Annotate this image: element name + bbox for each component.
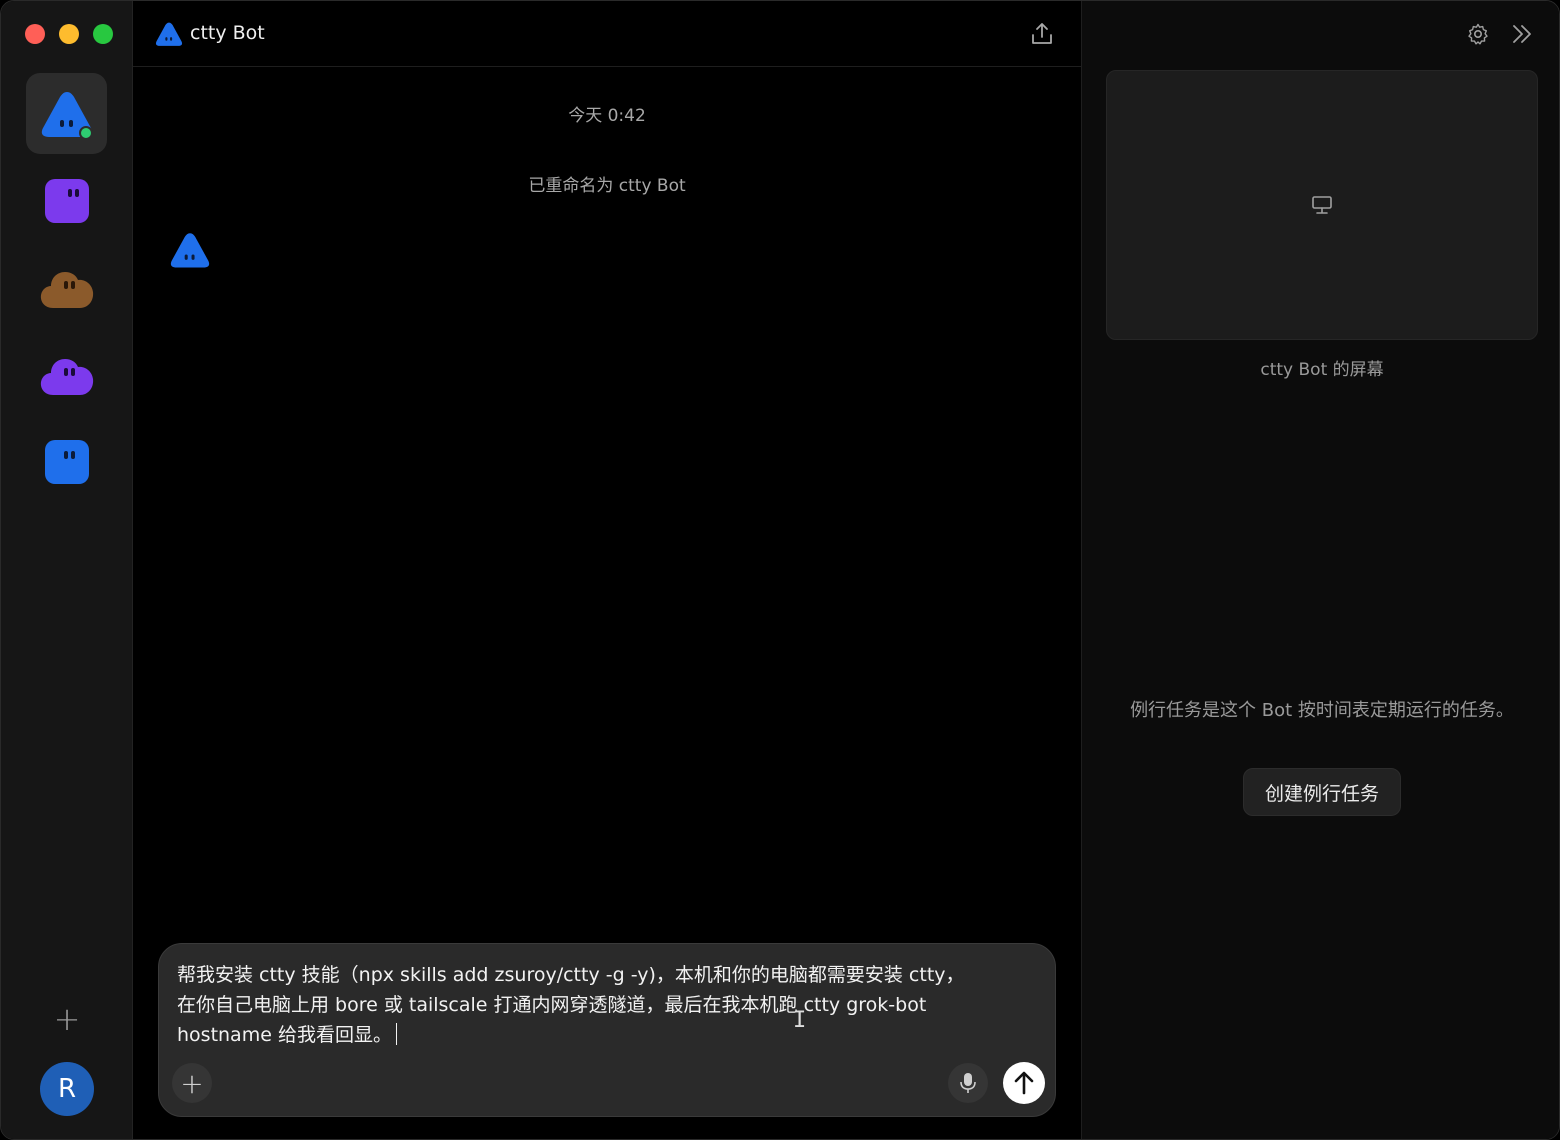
window-minimize-button[interactable] [59, 24, 79, 44]
plus-icon: + [180, 1066, 204, 1100]
i-beam-cursor-icon: I [793, 1008, 807, 1033]
sidebar-bot-purple-cloud[interactable] [26, 334, 107, 415]
cloud-bot-icon [40, 358, 93, 395]
screen-caption: ctty Bot 的屏幕 [1260, 360, 1384, 380]
square-bot-icon [44, 178, 89, 223]
routine-description: 例行任务是这个 Bot 按时间表定期运行的任务。 [1130, 700, 1514, 721]
sidebar-bot-brown-cloud[interactable] [26, 247, 107, 328]
sidebar-bot-ctty[interactable] [26, 73, 107, 154]
user-avatar[interactable]: R [40, 1062, 94, 1116]
sidebar-bot-purple-square[interactable] [26, 160, 107, 241]
mic-icon [960, 1073, 976, 1093]
gear-icon[interactable] [1466, 22, 1490, 46]
bot-screen-preview[interactable] [1106, 70, 1538, 340]
send-button[interactable] [1003, 1062, 1045, 1104]
add-bot-button[interactable]: + [47, 999, 87, 1039]
chat-header: ctty Bot [133, 1, 1081, 67]
monitor-icon [1312, 196, 1332, 214]
chat-title: ctty Bot [190, 22, 265, 44]
online-status-dot [79, 126, 93, 140]
triangle-bot-icon [155, 22, 183, 46]
bot-details-panel: ctty Bot 的屏幕 例行任务是这个 Bot 按时间表定期运行的任务。 创建… [1081, 1, 1559, 1139]
user-initial: R [57, 1074, 77, 1104]
chat-main: ctty Bot 今天 0:42 已重命名为 ctty Bot 帮我安装 ctt… [133, 1, 1081, 1139]
bot-message-avatar-icon [170, 233, 210, 268]
voice-input-button[interactable] [948, 1063, 988, 1103]
system-rename-note: 已重命名为 ctty Bot [528, 176, 686, 196]
create-routine-label: 创建例行任务 [1264, 782, 1379, 805]
window-zoom-button[interactable] [93, 24, 113, 44]
window-close-button[interactable] [25, 24, 45, 44]
sidebar-bot-blue-square[interactable] [26, 421, 107, 502]
composer-input-text: 帮我安装 ctty 技能（npx skills add zsuroy/ctty … [177, 964, 965, 1046]
cloud-bot-icon [40, 271, 93, 308]
create-routine-button[interactable]: 创建例行任务 [1243, 768, 1401, 816]
share-icon[interactable] [1029, 21, 1055, 47]
message-composer[interactable]: 帮我安装 ctty 技能（npx skills add zsuroy/ctty … [158, 943, 1056, 1117]
arrow-up-icon [1014, 1071, 1034, 1095]
bot-sidebar: + R [1, 1, 133, 1139]
text-caret [395, 1023, 398, 1045]
attach-button[interactable]: + [172, 1063, 212, 1103]
collapse-panel-icon[interactable] [1510, 22, 1534, 46]
square-bot-icon [44, 439, 89, 484]
app-window: + R ctty Bot 今天 0:42 已重命名为 ctty Bot 帮我安装… [0, 0, 1560, 1140]
composer-input[interactable]: 帮我安装 ctty 技能（npx skills add zsuroy/ctty … [177, 960, 1037, 1050]
plus-icon: + [53, 1000, 81, 1038]
message-timestamp: 今天 0:42 [568, 106, 646, 126]
